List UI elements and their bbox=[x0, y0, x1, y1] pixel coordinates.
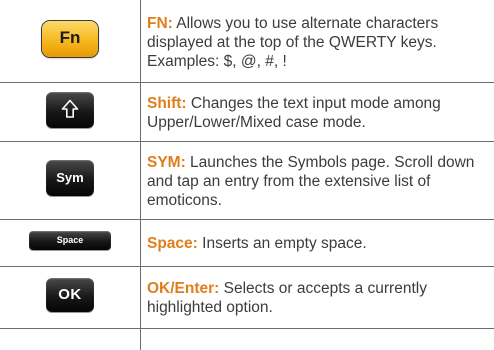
key-cell: Space bbox=[0, 220, 141, 267]
table-row: Sym SYM: Launches the Symbols page. Scro… bbox=[0, 142, 494, 220]
description-cell bbox=[141, 329, 494, 350]
description-cell: SYM: Launches the Symbols page. Scroll d… bbox=[141, 142, 494, 220]
shift-key-icon bbox=[46, 92, 94, 128]
table-row: Space Space: Inserts an empty space. bbox=[0, 220, 494, 267]
sym-key-label: Sym bbox=[46, 170, 94, 185]
space-key-label: Space bbox=[29, 235, 111, 245]
term-fn: FN: bbox=[147, 15, 173, 32]
description-cell: OK/Enter: Selects or accepts a currently… bbox=[141, 267, 494, 329]
table-row: OK OK/Enter: Selects or accepts a curren… bbox=[0, 267, 494, 329]
ok-key-label: OK bbox=[46, 286, 94, 303]
key-reference-table: Fn FN: Allows you to use alternate chara… bbox=[0, 0, 494, 350]
term-space: Space: bbox=[147, 235, 198, 252]
fn-key-icon: Fn bbox=[42, 21, 98, 57]
key-cell: Sym bbox=[0, 142, 141, 220]
description-cell: FN: Allows you to use alternate characte… bbox=[141, 0, 494, 83]
space-key-icon: Space bbox=[29, 231, 111, 250]
description-sym: Launches the Symbols page. Scroll down a… bbox=[147, 154, 474, 209]
key-cell bbox=[0, 83, 141, 142]
description-cell: Space: Inserts an empty space. bbox=[141, 220, 494, 267]
fn-key-label: Fn bbox=[42, 28, 98, 48]
key-cell: Fn bbox=[0, 0, 141, 83]
key-cell: OK bbox=[0, 267, 141, 329]
table-row: Fn FN: Allows you to use alternate chara… bbox=[0, 0, 494, 83]
key-cell bbox=[0, 329, 141, 350]
description-space: Inserts an empty space. bbox=[198, 235, 367, 252]
description-fn: Allows you to use alternate characters d… bbox=[147, 15, 438, 70]
shift-arrow-icon bbox=[61, 99, 79, 119]
term-ok-enter: OK/Enter: bbox=[147, 280, 219, 297]
description-shift: Changes the text input mode among Upper/… bbox=[147, 95, 441, 131]
table-row: Shift: Changes the text input mode among… bbox=[0, 83, 494, 142]
term-shift: Shift: bbox=[147, 95, 187, 112]
ok-key-icon: OK bbox=[46, 278, 94, 312]
description-cell: Shift: Changes the text input mode among… bbox=[141, 83, 494, 142]
term-sym: SYM: bbox=[147, 154, 186, 171]
sym-key-icon: Sym bbox=[46, 160, 94, 196]
table-row-trailing bbox=[0, 329, 494, 350]
